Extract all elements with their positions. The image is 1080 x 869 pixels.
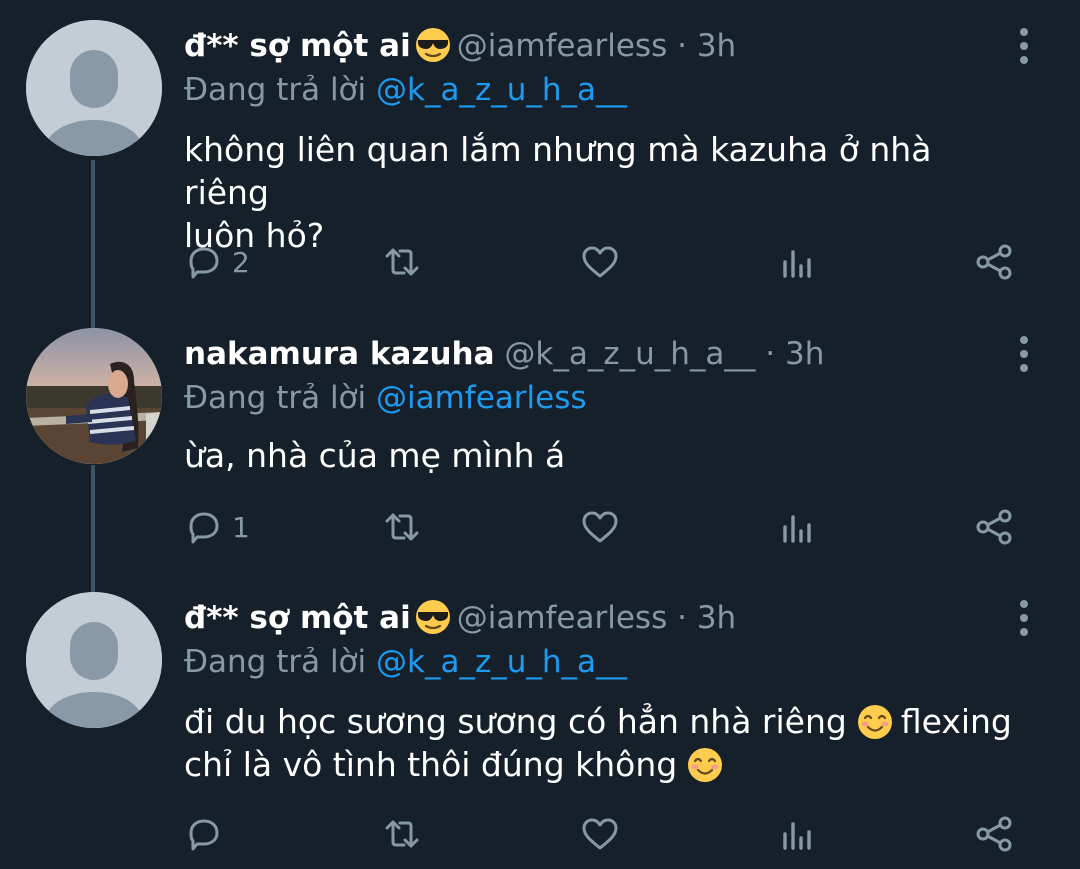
analytics-button[interactable] [778,505,818,549]
separator-dot: · [765,336,776,372]
sunglasses-emoji-icon [415,28,450,62]
share-icon [976,244,1012,280]
handle[interactable]: @iamfearless [457,28,668,64]
share-button[interactable] [974,505,1014,549]
timestamp[interactable]: 3h [697,28,736,64]
avatar[interactable] [26,592,162,728]
share-icon [976,816,1012,852]
share-icon [976,509,1012,545]
tweet-text-segment: đi du học sương sương có hẳn nhà riêng [184,702,847,741]
tweet-actions [184,812,1034,856]
replying-to-label: Đang trả lời [184,644,367,680]
reply-count: 2 [232,245,250,279]
tweet-text: không liên quan lắm nhưng mà kazuha ở nh… [184,128,1010,257]
replying-to-link[interactable]: @k_a_z_u_h_a__ [376,72,627,108]
reply-icon [189,512,219,544]
analytics-icon [783,515,811,543]
retweet-icon [385,248,419,276]
retweet-button[interactable] [382,240,422,284]
analytics-icon [783,822,811,850]
avatar[interactable] [26,20,162,156]
analytics-button[interactable] [778,240,818,284]
separator-dot: · [677,600,687,636]
reply-button[interactable] [184,812,224,856]
tweet-header: đ** sợ một ai @iamfearless · 3h [184,24,736,68]
tweet-text-line: ừa, nhà của mẹ mình á [184,436,566,475]
like-button[interactable] [580,812,620,856]
more-options-icon[interactable] [1012,598,1036,638]
tweet-actions: 2 [184,240,1034,284]
profile-photo-icon [26,328,162,464]
heart-icon [582,246,618,278]
replying-to: Đang trả lời @iamfearless [184,376,587,420]
tweet-text-line: chỉ là vô tình thôi đúng không [184,743,1012,786]
display-name[interactable]: đ** sợ một ai [184,600,411,636]
share-button[interactable] [974,240,1014,284]
like-button[interactable] [580,505,620,549]
reply-count: 1 [232,510,250,544]
tweet-header: đ** sợ một ai @iamfearless · 3h [184,596,736,640]
replying-to-label: Đang trả lời [184,380,367,416]
tweet-text-line: đi du học sương sương có hẳn nhà riêng f… [184,700,1012,743]
reply-button[interactable]: 2 [184,240,250,284]
replying-to-link[interactable]: @iamfearless [376,380,587,416]
replying-to-label: Đang trả lời [184,72,367,108]
sunglasses-emoji-icon [415,600,450,634]
share-button[interactable] [974,812,1014,856]
separator-dot: · [677,28,687,64]
analytics-icon [783,250,811,278]
tweet-text: đi du học sương sương có hẳn nhà riêng f… [184,700,1012,786]
tweet-text-segment: chỉ là vô tình thôi đúng không [184,745,678,784]
handle[interactable]: @iamfearless [457,600,668,636]
tweet-text: ừa, nhà của mẹ mình á [184,434,565,477]
retweet-icon [385,820,419,848]
retweet-button[interactable] [382,505,422,549]
retweet-button[interactable] [382,812,422,856]
replying-to-link[interactable]: @k_a_z_u_h_a__ [376,644,627,680]
smiling-face-emoji-icon [688,748,723,782]
avatar[interactable] [26,328,162,464]
handle[interactable]: @k_a_z_u_h_a__ [504,336,755,372]
heart-icon [582,511,618,543]
tweet-header: nakamura kazuha @k_a_z_u_h_a__ · 3h [184,332,824,376]
analytics-button[interactable] [778,812,818,856]
reply-button[interactable]: 1 [184,505,250,549]
tweet-text-line: không liên quan lắm nhưng mà kazuha ở nh… [184,130,932,212]
replying-to: Đang trả lời @k_a_z_u_h_a__ [184,68,627,112]
default-avatar-icon [26,20,162,156]
display-name[interactable]: nakamura kazuha [184,336,495,372]
smiling-face-emoji-icon [857,705,892,739]
timestamp[interactable]: 3h [785,336,824,372]
more-options-icon[interactable] [1012,334,1036,374]
heart-icon [582,818,618,850]
like-button[interactable] [580,240,620,284]
reply-icon [189,247,219,279]
retweet-icon [385,513,419,541]
timestamp[interactable]: 3h [697,600,736,636]
display-name[interactable]: đ** sợ một ai [184,28,411,64]
more-options-icon[interactable] [1012,26,1036,66]
tweet-text-segment: flexing [900,702,1012,741]
replying-to: Đang trả lời @k_a_z_u_h_a__ [184,640,627,684]
tweet-actions: 1 [184,505,1034,549]
reply-icon [189,819,219,851]
default-avatar-icon [26,592,162,728]
